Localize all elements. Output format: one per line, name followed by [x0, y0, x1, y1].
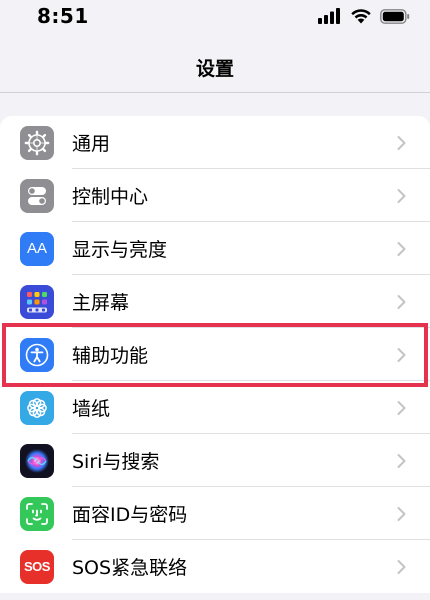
battery-icon [380, 8, 410, 24]
settings-item-label: 辅助功能 [72, 345, 149, 367]
settings-item-general[interactable]: 通用 [0, 116, 430, 169]
status-time: 8:51 [37, 4, 89, 28]
toggles-icon [20, 178, 54, 213]
settings-item-label: SOS紧急联络 [72, 557, 188, 579]
chevron-right-icon [397, 400, 406, 415]
settings-item-label: Siri与搜索 [72, 451, 160, 473]
chevron-right-icon [397, 294, 406, 309]
chevron-right-icon [397, 506, 406, 521]
settings-item-emergency-sos[interactable]: SOS SOS紧急联络 [0, 540, 430, 593]
settings-item-face-id-passcode[interactable]: 面容ID与密码 [0, 487, 430, 540]
settings-item-wallpaper[interactable]: 墙纸 [0, 381, 430, 434]
home-screen-grid-icon [20, 284, 54, 319]
chevron-right-icon [397, 188, 406, 203]
chevron-right-icon [397, 559, 406, 574]
settings-item-label: 通用 [72, 133, 111, 155]
accessibility-icon [20, 337, 54, 372]
icon-text-aa: AA [26, 240, 47, 257]
status-icons [318, 8, 410, 24]
icon-text-sos: SOS [24, 559, 50, 574]
settings-item-label: 控制中心 [72, 186, 149, 208]
settings-item-label: 面容ID与密码 [72, 504, 188, 526]
chevron-right-icon [397, 453, 406, 468]
page-title: 设置 [195, 58, 234, 80]
settings-list: 通用 控制中心 AA 显示与亮度 主屏幕 辅助功能 墙纸 Siri与搜索 面容I… [0, 116, 430, 593]
navigation-bar: 设置 [0, 34, 430, 93]
siri-icon [20, 443, 54, 478]
settings-item-display-brightness[interactable]: AA 显示与亮度 [0, 222, 430, 275]
chevron-right-icon [397, 347, 406, 362]
settings-item-siri-search[interactable]: Siri与搜索 [0, 434, 430, 487]
gear-icon [20, 125, 54, 160]
settings-item-label: 显示与亮度 [72, 239, 168, 261]
chevron-right-icon [397, 135, 406, 150]
settings-item-accessibility[interactable]: 辅助功能 [0, 328, 430, 381]
sos-icon: SOS [20, 549, 54, 584]
wallpaper-flower-icon [20, 390, 54, 425]
settings-item-control-center[interactable]: 控制中心 [0, 169, 430, 222]
face-id-icon [20, 496, 54, 531]
aa-text-size-icon: AA [20, 231, 54, 266]
chevron-right-icon [397, 241, 406, 256]
wifi-icon [351, 9, 371, 24]
cellular-signal-icon [318, 8, 340, 24]
settings-item-label: 墙纸 [72, 398, 111, 420]
settings-item-home-screen[interactable]: 主屏幕 [0, 275, 430, 328]
status-bar: 8:51 [0, 0, 430, 34]
settings-item-label: 主屏幕 [72, 292, 130, 314]
